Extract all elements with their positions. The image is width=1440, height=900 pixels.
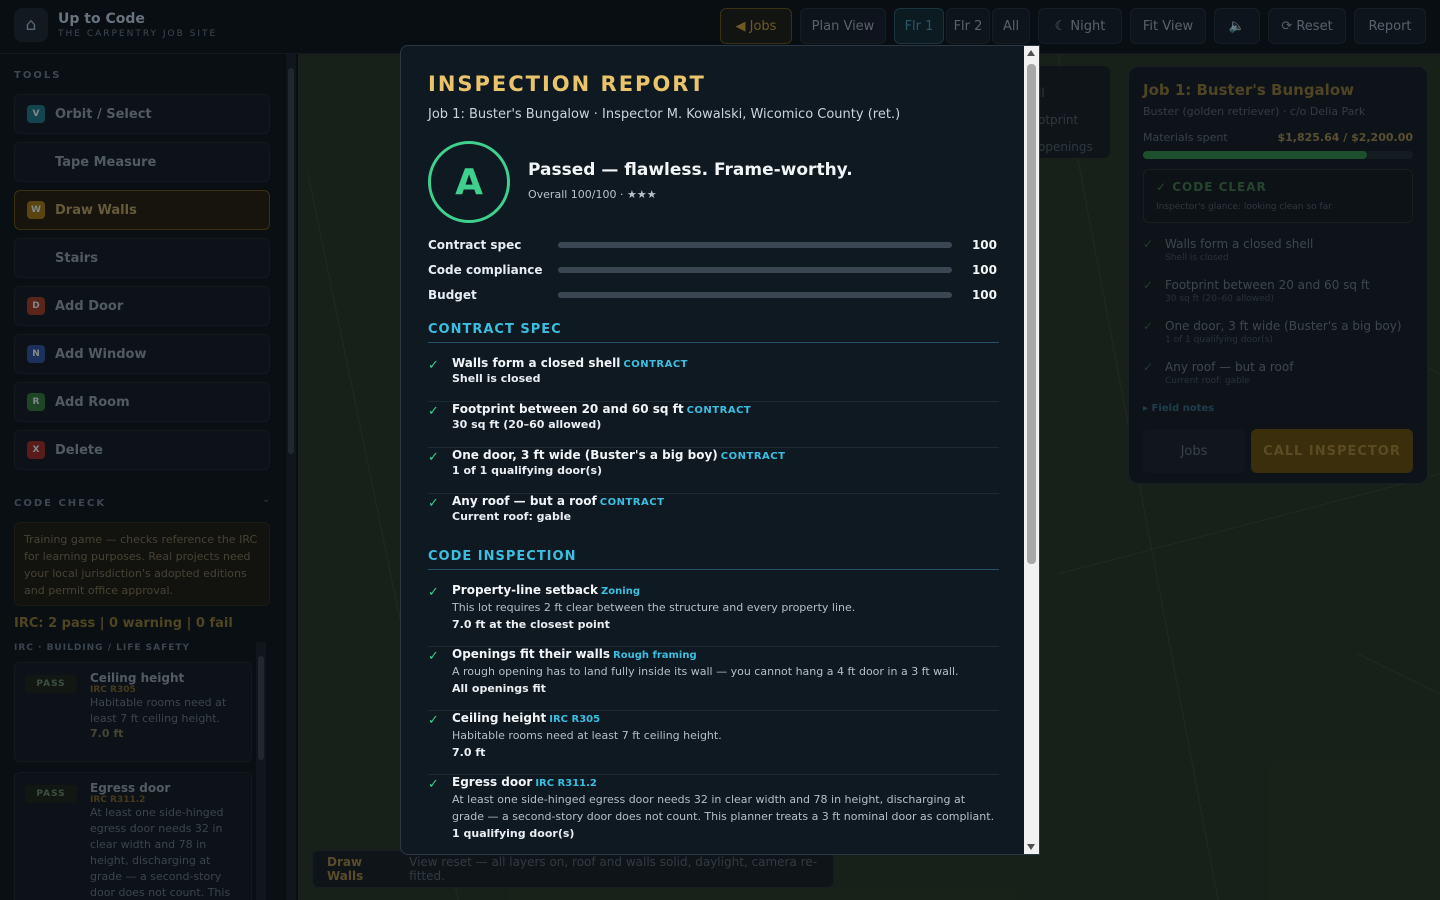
report-item: ✓ Egress door IRC R311.2 At least one sid… (428, 775, 999, 854)
check-icon: ✓ (428, 649, 439, 664)
score-value: 100 (971, 288, 997, 302)
scroll-down-arrow-icon[interactable] (1027, 844, 1035, 850)
check-icon: ✓ (428, 404, 439, 419)
scrollbar-thumb[interactable] (1027, 64, 1036, 564)
report-item: ✓ Property-line setback Zoning This lot r… (428, 583, 999, 647)
item-value: All openings fit (452, 682, 546, 695)
check-icon: ✓ (428, 450, 439, 465)
report-item: ✓ Openings fit their walls Rough framing … (428, 647, 999, 711)
item-value: 7.0 ft at the closest point (452, 618, 610, 631)
scroll-up-arrow-icon[interactable] (1027, 50, 1035, 56)
item-title: Property-line setback (452, 583, 599, 597)
score-value: 100 (971, 238, 997, 252)
item-title: One door, 3 ft wide (Buster's a big boy) (452, 448, 718, 462)
report-item: ✓ One door, 3 ft wide (Buster's a big bo… (428, 448, 999, 494)
item-value: Current roof: gable (452, 510, 572, 523)
item-title: Openings fit their walls (452, 647, 611, 661)
item-value: 30 sq ft (20–60 allowed) (452, 418, 602, 431)
item-tag: CONTRACT (720, 451, 786, 462)
report-item: ✓ Walls form a closed shell CONTRACT Shel… (428, 356, 999, 402)
contract-spec-heading: CONTRACT SPEC (428, 322, 999, 343)
inspection-report-modal: INSPECTION REPORT Job 1: Buster's Bungal… (400, 45, 1040, 855)
report-verdict: Passed — flawless. Frame-worthy. (528, 160, 853, 180)
item-tag: IRC R305 (549, 714, 601, 725)
check-icon: ✓ (428, 358, 439, 373)
item-title: Walls form a closed shell (452, 356, 621, 370)
item-value: Shell is closed (452, 372, 541, 385)
item-tag: CONTRACT (686, 405, 752, 416)
report-scrollbar[interactable] (1024, 46, 1039, 854)
check-icon: ✓ (428, 777, 439, 792)
score-value: 100 (971, 263, 997, 277)
report-subtitle: Job 1: Buster's Bungalow · Inspector M. … (428, 107, 901, 122)
code-inspection-heading: CODE INSPECTION (428, 549, 999, 570)
check-icon: ✓ (428, 496, 439, 511)
item-tag: CONTRACT (623, 359, 689, 370)
item-title: Egress door (452, 775, 533, 789)
check-icon: ✓ (428, 585, 439, 600)
report-item: ✓ Any roof — but a roof CONTRACT Current … (428, 494, 999, 540)
report-item: ✓ Ceiling height IRC R305 Habitable rooms… (428, 711, 999, 775)
score-bar (558, 267, 952, 273)
overall-score: Overall 100/100 · ★★★ (528, 188, 657, 201)
score-label: Contract spec (428, 238, 522, 252)
score-label: Budget (428, 288, 477, 302)
item-title: Ceiling height (452, 711, 547, 725)
item-description: At least one side-hinged egress door nee… (452, 793, 995, 823)
report-title: INSPECTION REPORT (428, 72, 706, 96)
score-bar (558, 242, 952, 248)
item-title: Footprint between 20 and 60 sq ft (452, 402, 684, 416)
item-tag: IRC R311.2 (535, 778, 597, 789)
grade-badge: A (428, 141, 510, 223)
item-value: 7.0 ft (452, 746, 486, 759)
item-value: 1 of 1 qualifying door(s) (452, 464, 603, 477)
item-tag: CONTRACT (599, 497, 665, 508)
item-description: Habitable rooms need at least 7 ft ceili… (452, 729, 722, 742)
score-bar (558, 292, 952, 298)
item-value: 1 qualifying door(s) (452, 827, 575, 840)
item-description: A rough opening has to land fully inside… (452, 665, 959, 678)
score-label: Code compliance (428, 263, 543, 277)
item-tag: Zoning (601, 586, 640, 597)
item-description: This lot requires 2 ft clear between the… (452, 601, 856, 614)
app-window: ⌂ Up to Code THE CARPENTRY JOB SITE ◀ Jo… (0, 0, 1440, 900)
item-tag: Rough framing (613, 650, 697, 661)
item-title: Any roof — but a roof (452, 494, 597, 508)
report-item: ✓ Footprint between 20 and 60 sq ft CONTR… (428, 402, 999, 448)
check-icon: ✓ (428, 713, 439, 728)
